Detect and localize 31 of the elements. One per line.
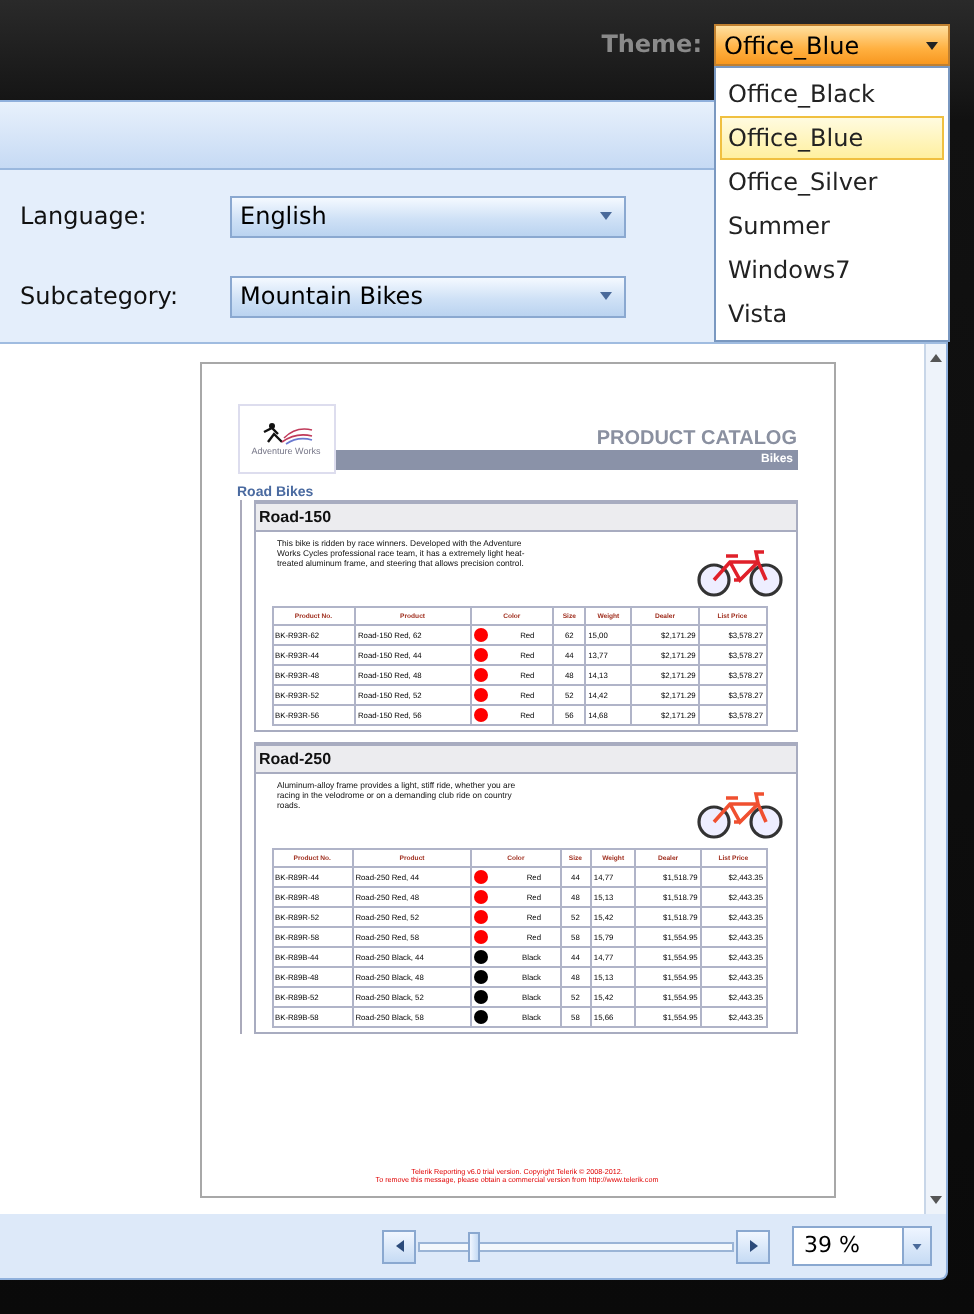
right-arrow-icon <box>749 1240 757 1252</box>
theme-option[interactable]: Office_Black <box>720 72 944 116</box>
zoom-out-button[interactable] <box>382 1229 416 1263</box>
theme-option[interactable]: Summer <box>720 204 944 248</box>
parameter-dropdown[interactable]: English <box>230 195 626 237</box>
caret-icon <box>926 41 938 49</box>
report-title: PRODUCT CATALOG <box>596 428 797 450</box>
zoom-dropdown[interactable]: 39 % <box>792 1226 932 1266</box>
parameter-label: Language: <box>20 202 149 230</box>
parameter-dropdown[interactable]: Mountain Bikes <box>230 275 626 317</box>
caret-icon <box>600 212 612 220</box>
caret-icon <box>912 1243 922 1249</box>
vertical-scrollbar[interactable] <box>924 344 946 1214</box>
product-name: Road-150 <box>259 508 332 526</box>
left-arrow-icon <box>395 1240 403 1252</box>
zoom-in-button[interactable] <box>736 1229 770 1263</box>
parameter-label: Subcategory: <box>20 282 181 310</box>
zoom-slider-thumb[interactable] <box>468 1231 481 1261</box>
bicycle-drawing <box>695 546 783 598</box>
theme-option[interactable]: Office_Silver <box>720 160 944 204</box>
scroll-down-icon[interactable] <box>930 1196 942 1204</box>
caret-icon <box>600 292 612 300</box>
theme-dropdown[interactable]: Office_Blue <box>714 24 950 66</box>
product-name: Road-250 <box>259 750 332 768</box>
bicycle-drawing <box>695 788 783 840</box>
theme-option[interactable]: Windows7 <box>720 248 944 292</box>
theme-label: Theme: <box>601 30 702 58</box>
scroll-up-icon[interactable] <box>930 354 942 362</box>
theme-option[interactable]: Office_Blue <box>720 116 944 160</box>
theme-option[interactable]: Vista <box>720 292 944 336</box>
zoom-value: 39 % <box>802 1230 862 1262</box>
